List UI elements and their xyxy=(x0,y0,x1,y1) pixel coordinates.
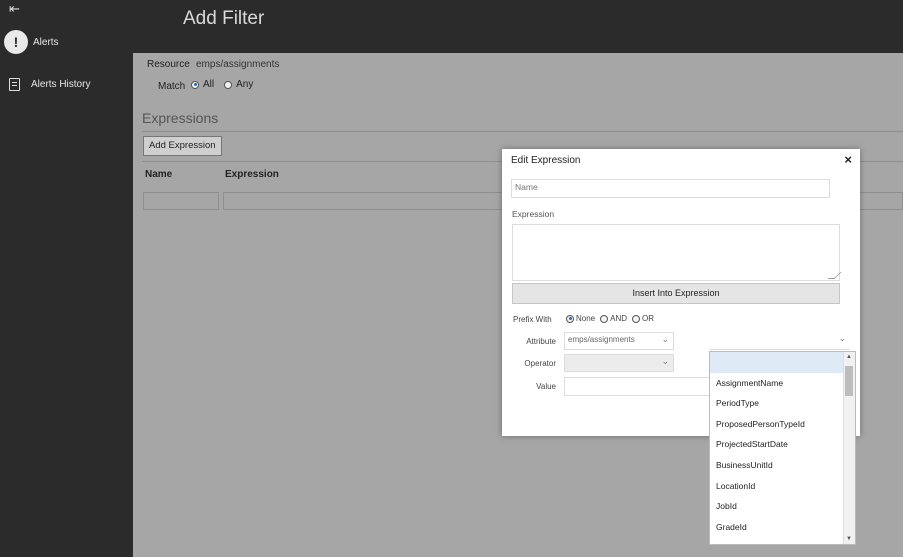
prefix-or-label: OR xyxy=(642,314,655,323)
sidebar-item-label: Alerts History xyxy=(31,79,91,90)
prefix-with-label: Prefix With xyxy=(513,315,552,324)
insert-into-expression-button[interactable]: Insert Into Expression xyxy=(512,283,840,304)
expression-name-cell[interactable] xyxy=(143,192,219,210)
attribute-field-select[interactable]: ⌄ xyxy=(710,332,850,350)
match-all-radio[interactable] xyxy=(191,80,199,89)
close-icon[interactable]: × xyxy=(844,152,852,167)
attribute-field-dropdown-list[interactable]: AssignmentName PeriodType ProposedPerson… xyxy=(709,351,856,545)
chevron-down-icon: ⌄ xyxy=(661,356,669,366)
match-any-label: Any xyxy=(236,79,254,90)
value-input[interactable] xyxy=(564,377,714,396)
match-all-label: All xyxy=(203,79,215,90)
prefix-radio-group: None AND OR xyxy=(566,314,657,323)
collapse-sidebar-icon[interactable]: ⇤ xyxy=(9,1,20,17)
value-label: Value xyxy=(536,382,556,391)
page-title: Add Filter xyxy=(183,8,265,29)
divider xyxy=(142,131,903,132)
prefix-and-label: AND xyxy=(610,314,628,323)
sidebar: ⇤ ! Alerts Alerts History xyxy=(0,0,133,557)
match-radio-group: All Any xyxy=(191,79,259,90)
sidebar-item-alerts[interactable]: ! Alerts xyxy=(4,30,59,54)
expression-label: Expression xyxy=(512,209,555,219)
document-list-icon xyxy=(9,78,20,91)
dropdown-option[interactable]: JobId xyxy=(710,496,855,517)
alert-circle-icon: ! xyxy=(4,30,28,54)
column-header-expression: Expression xyxy=(225,169,279,180)
operator-label: Operator xyxy=(524,359,556,368)
dropdown-option[interactable]: ... xyxy=(710,537,855,544)
resource-value: emps/assignments xyxy=(196,59,280,70)
attribute-select-value: emps/assignments xyxy=(568,335,635,344)
chevron-down-icon: ⌄ xyxy=(661,334,669,344)
prefix-none-label: None xyxy=(576,314,596,323)
dropdown-option[interactable]: BusinessUnitId xyxy=(710,455,855,476)
dropdown-scrollbar[interactable]: ▲ ▼ xyxy=(843,352,855,544)
prefix-and-radio[interactable] xyxy=(600,314,609,323)
expression-textarea[interactable] xyxy=(512,224,842,281)
scrollbar-thumb[interactable] xyxy=(845,366,853,396)
match-label: Match xyxy=(158,81,186,92)
scroll-up-icon[interactable]: ▲ xyxy=(846,354,852,360)
prefix-none-radio[interactable] xyxy=(566,314,574,323)
match-any-radio[interactable] xyxy=(224,80,233,89)
column-header-name: Name xyxy=(145,169,173,180)
add-expression-button[interactable]: Add Expression xyxy=(143,136,222,156)
attribute-label: Attribute xyxy=(526,337,556,346)
dropdown-option[interactable] xyxy=(710,352,855,373)
resize-handle-icon[interactable] xyxy=(827,272,842,279)
sidebar-item-alerts-history[interactable]: Alerts History xyxy=(9,78,90,91)
chevron-down-icon: ⌄ xyxy=(838,333,846,343)
dropdown-option[interactable]: ProposedPersonTypeId xyxy=(710,414,855,435)
dropdown-option[interactable]: GradeId xyxy=(710,517,855,538)
sidebar-item-label: Alerts xyxy=(33,36,59,48)
dropdown-option[interactable]: PeriodType xyxy=(710,393,855,414)
dialog-title: Edit Expression xyxy=(511,155,581,166)
prefix-or-radio[interactable] xyxy=(632,314,641,323)
resource-label: Resource xyxy=(147,59,190,70)
scroll-down-icon[interactable]: ▼ xyxy=(846,536,852,542)
operator-select[interactable]: ⌄ xyxy=(564,354,674,372)
dropdown-option[interactable]: LocationId xyxy=(710,476,855,497)
dropdown-option[interactable]: ProjectedStartDate xyxy=(710,434,855,455)
dropdown-option[interactable]: AssignmentName xyxy=(710,373,855,394)
expressions-heading: Expressions xyxy=(142,110,219,126)
name-field[interactable]: Name xyxy=(511,179,830,198)
attribute-select[interactable]: emps/assignments ⌄ xyxy=(564,332,674,350)
